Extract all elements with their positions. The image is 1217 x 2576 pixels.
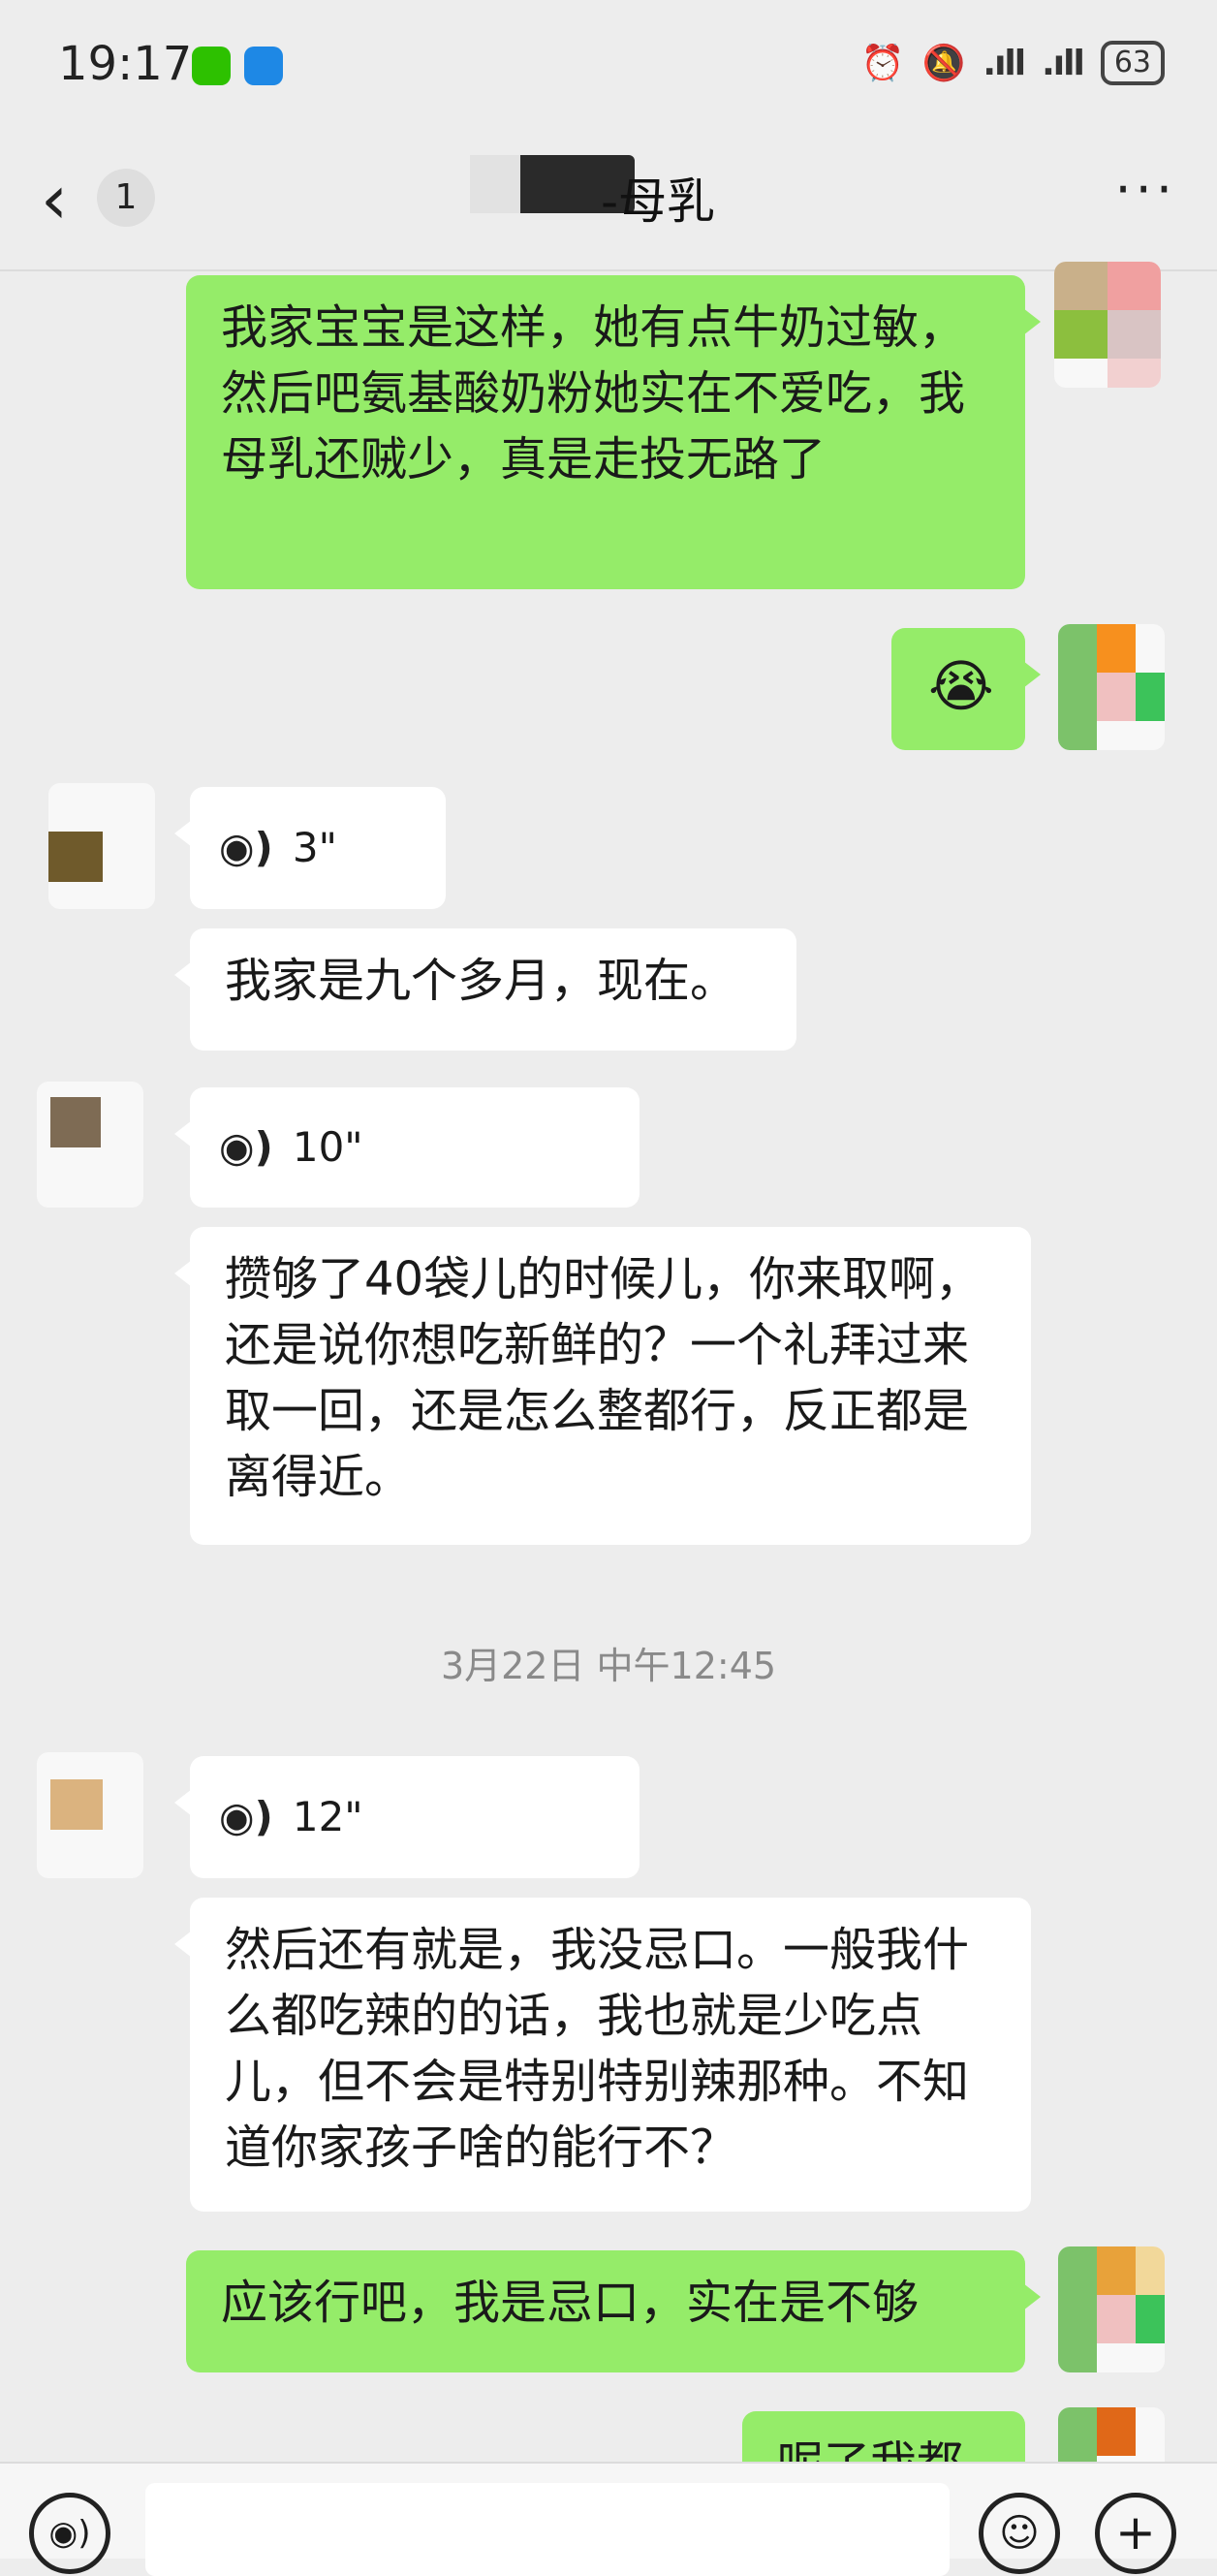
message-text: 我家是九个多月，现在。 — [225, 954, 737, 1008]
voice-duration: 10" — [292, 1123, 363, 1171]
message-text: 应该行吧，我是忌口，实在是不够 — [221, 2276, 920, 2330]
my-avatar[interactable] — [1054, 262, 1161, 388]
dingtalk-notification-icon — [244, 47, 283, 85]
emoji-icon[interactable]: ☺ — [979, 2493, 1060, 2574]
outgoing-message-bubble[interactable]: 我家宝宝是这样，她有点牛奶过敏，然后吧氨基酸奶粉她实在不爱吃，我母乳还贼少，真是… — [186, 275, 1041, 589]
message-input[interactable] — [145, 2483, 950, 2576]
voice-wave-icon: ◉) — [219, 1793, 273, 1840]
alarm-icon: ⏰ — [860, 44, 905, 83]
outgoing-message-bubble[interactable]: 应该行吧，我是忌口，实在是不够 — [186, 2250, 1041, 2372]
outgoing-emoji-bubble[interactable]: 😭 — [891, 628, 1041, 750]
voice-wave-icon: ◉) — [219, 1123, 273, 1171]
mute-icon: 🔕 — [921, 44, 966, 83]
chat-header: ‹ 1 -母乳 ··· — [0, 136, 1217, 271]
voice-duration: 12" — [292, 1793, 363, 1840]
back-arrow-icon[interactable]: ‹ — [41, 161, 89, 238]
message-text: 我家宝宝是这样，她有点牛奶过敏，然后吧氨基酸奶粉她实在不爱吃，我母乳还贼少，真是… — [221, 300, 966, 487]
chat-title: -母乳 — [601, 173, 716, 230]
incoming-message-bubble[interactable]: 然后还有就是，我没忌口。一般我什么都吃辣的的话，我也就是少吃点儿，但不会是特别特… — [174, 1898, 1031, 2212]
more-options-icon[interactable]: ··· — [1115, 159, 1177, 220]
contact-avatar[interactable] — [48, 783, 155, 909]
crying-emoji-icon: 😭 — [928, 653, 994, 719]
plus-icon[interactable]: + — [1095, 2493, 1176, 2574]
status-time: 19:17 — [58, 37, 193, 91]
unread-count-badge[interactable]: 1 — [97, 169, 155, 227]
status-icons: ⏰ 🔕 .ıll .ıll 63 — [861, 41, 1165, 85]
message-timestamp: 3月22日 中午12:45 — [440, 1645, 777, 1687]
message-text: 然后还有就是，我没忌口。一般我什么都吃辣的的话，我也就是少吃点儿，但不会是特别特… — [225, 1923, 970, 2175]
status-bar: 19:17 ⏰ 🔕 .ıll .ıll 63 — [0, 0, 1217, 136]
my-avatar[interactable] — [1058, 2246, 1165, 2372]
incoming-voice-message[interactable]: ◉) 10" — [174, 1087, 640, 1208]
chat-input-bar: ◉) ☺ + — [0, 2462, 1217, 2576]
my-avatar[interactable] — [1058, 624, 1165, 750]
incoming-voice-message[interactable]: ◉) 12" — [174, 1756, 640, 1878]
voice-duration: 3" — [292, 824, 337, 871]
signal-icon: .ıll — [983, 43, 1026, 83]
incoming-voice-message[interactable]: ◉) 3" — [174, 787, 446, 909]
voice-input-toggle-icon[interactable]: ◉) — [29, 2493, 110, 2574]
voice-wave-icon: ◉) — [219, 824, 273, 871]
message-text: 攒够了40袋儿的时候儿，你来取啊，还是说你想吃新鲜的？一个礼拜过来取一回，还是怎… — [225, 1252, 983, 1504]
redaction-block — [470, 155, 520, 213]
signal-icon: .ıll — [1042, 43, 1085, 83]
contact-avatar[interactable] — [37, 1752, 143, 1878]
contact-avatar[interactable] — [37, 1082, 143, 1208]
wechat-notification-icon — [192, 47, 231, 85]
battery-icon: 63 — [1100, 41, 1165, 85]
incoming-message-bubble[interactable]: 我家是九个多月，现在。 — [174, 928, 796, 1051]
incoming-message-bubble[interactable]: 攒够了40袋儿的时候儿，你来取啊，还是说你想吃新鲜的？一个礼拜过来取一回，还是怎… — [174, 1227, 1031, 1545]
